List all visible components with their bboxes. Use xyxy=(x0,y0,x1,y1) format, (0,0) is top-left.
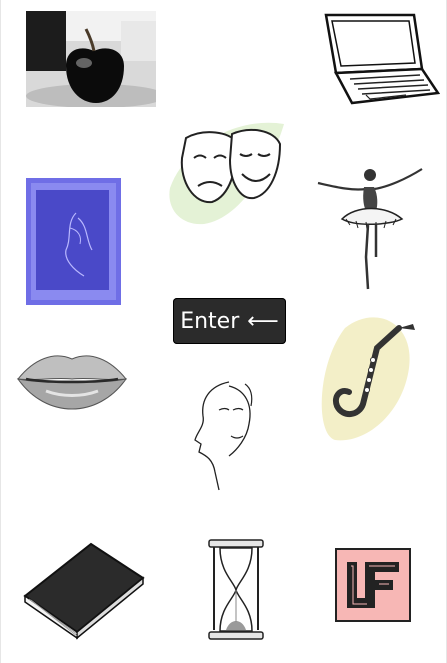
black-apple-image[interactable] xyxy=(26,11,156,107)
ballerina-sketch-image[interactable] xyxy=(316,165,426,293)
saxophone-sketch-image[interactable] xyxy=(315,308,419,444)
line-art-faces-image[interactable] xyxy=(189,380,259,492)
lf-monogram-logo[interactable] xyxy=(335,548,411,622)
return-arrow-icon: ⟵ xyxy=(247,308,279,334)
laptop-sketch-image[interactable] xyxy=(306,11,440,107)
hourglass-image[interactable] xyxy=(206,538,266,641)
blue-poster-image[interactable] xyxy=(26,178,121,305)
book-image[interactable] xyxy=(21,540,146,640)
theater-masks-image[interactable] xyxy=(164,118,286,228)
enter-key-button[interactable]: Enter ⟵ xyxy=(173,298,286,344)
lips-sketch-image[interactable] xyxy=(16,345,128,411)
enter-key-label: Enter xyxy=(180,308,240,334)
